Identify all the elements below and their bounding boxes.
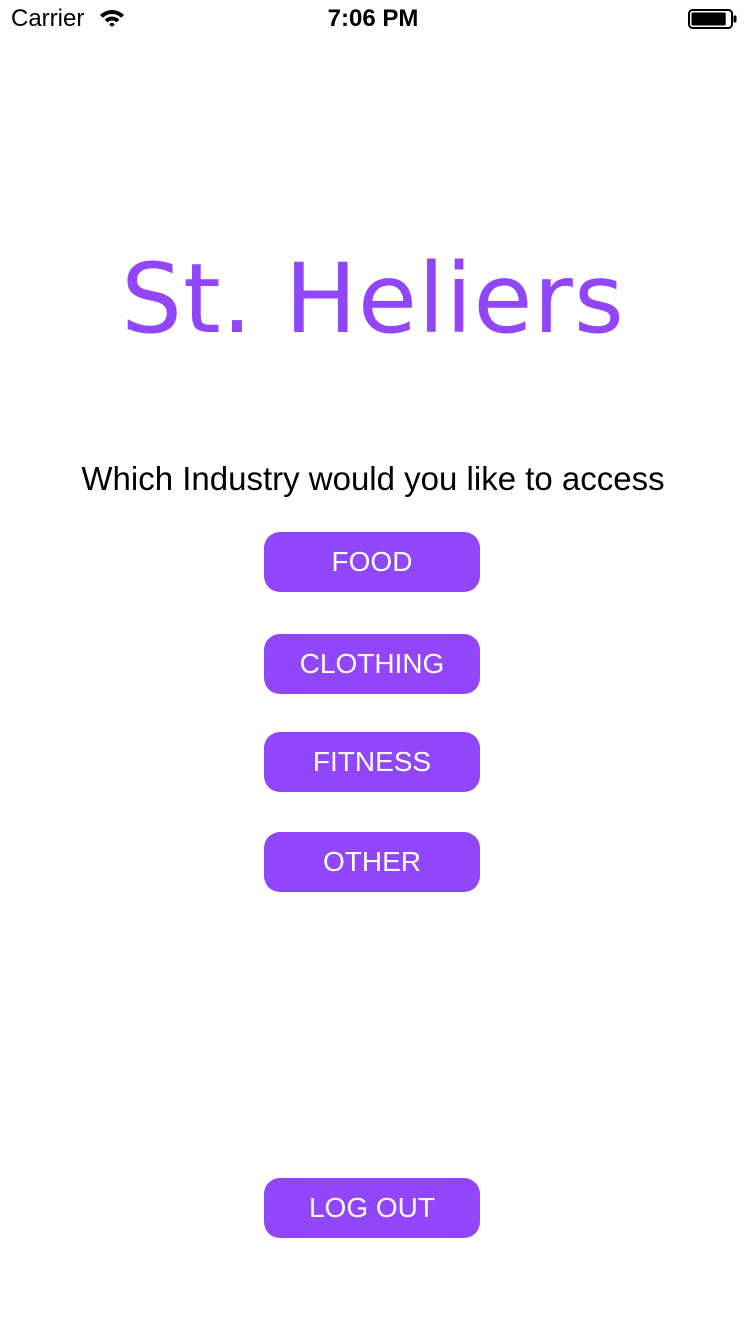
status-bar: Carrier 7:06 PM <box>0 0 746 40</box>
clothing-button[interactable]: CLOTHING <box>264 634 480 694</box>
industry-prompt: Which Industry would you like to access <box>81 460 665 497</box>
battery-level-fill <box>691 12 726 26</box>
other-button[interactable]: OTHER <box>264 832 480 892</box>
battery-icon <box>688 9 738 29</box>
status-time: 7:06 PM <box>327 5 419 32</box>
fitness-button[interactable]: FITNESS <box>264 732 480 792</box>
logout-button[interactable]: LOG OUT <box>264 1178 480 1238</box>
app-title: St. Heliers <box>121 243 625 355</box>
food-button[interactable]: FOOD <box>264 532 480 592</box>
